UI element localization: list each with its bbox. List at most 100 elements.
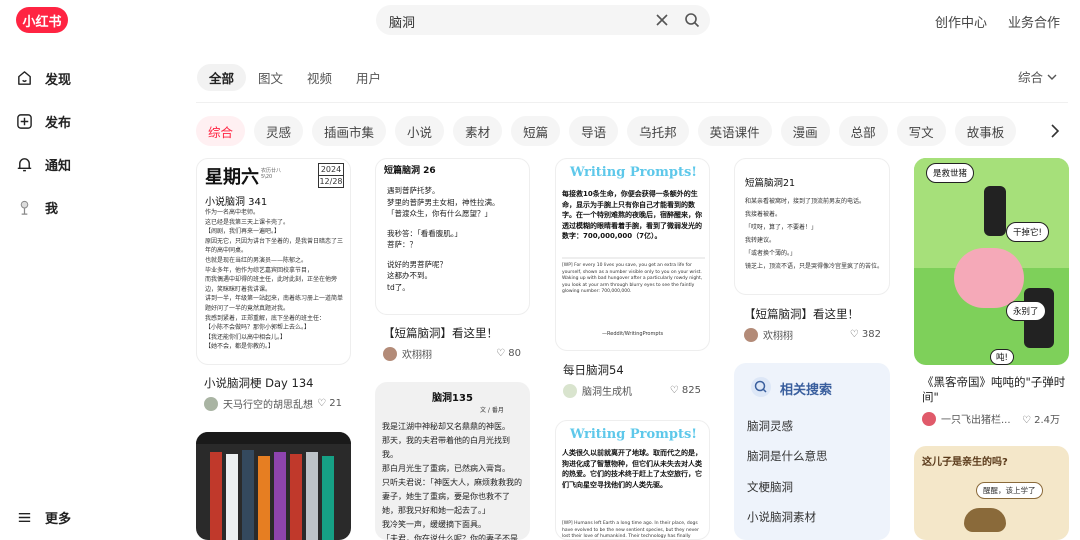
tab-video[interactable]: 视频 xyxy=(307,64,332,91)
filter-tabs: 全部 图文 视频 用户 xyxy=(197,64,405,91)
sidebar-item-label: 我 xyxy=(45,202,59,217)
chip[interactable]: 乌托邦 xyxy=(627,116,689,146)
cover-line: 这都办不到。 xyxy=(387,271,432,280)
likes-value: 80 xyxy=(508,348,521,359)
chip[interactable]: 故事板 xyxy=(954,116,1017,146)
bell-icon xyxy=(17,158,32,172)
like-count[interactable]: ♡ 382 xyxy=(850,329,881,340)
likes-value: 21 xyxy=(329,398,342,409)
note-title[interactable]: 每日脑洞54 xyxy=(563,362,624,378)
search-input[interactable]: 脑洞 xyxy=(389,12,415,31)
note-meta: 欢栩栩 ♡ 382 xyxy=(744,327,881,342)
sidebar-item-discover[interactable]: 发现 xyxy=(16,69,71,88)
cover-line: 这已经是我第三天上课卡壳了。 xyxy=(205,218,290,226)
cover-line: 【我还能你们以高中相会儿。】 xyxy=(205,333,287,341)
cover-byline: 文 / 番月 xyxy=(480,407,504,414)
note-cover[interactable]: Writing Prompts! 人类很久以前就离开了地球。取而代之的是，狗进化… xyxy=(555,420,710,540)
cover-text: 遇到普萨托梦。 梦里的普萨男主女相，神性拉满。 「普渡众生，你有什么愿望？」 我… xyxy=(387,185,525,293)
cover-line: 我是江湖中神秘却又名鼎鼎的神医。 xyxy=(382,422,510,431)
like-count[interactable]: ♡ 825 xyxy=(670,385,701,396)
tab-user[interactable]: 用户 xyxy=(356,64,381,91)
author-name[interactable]: 欢栩栩 xyxy=(763,327,793,342)
note-cover[interactable]: 短篇脑洞 26 遇到普萨托梦。 梦里的普萨男主女相，神性拉满。 「普渡众生，你有… xyxy=(375,158,530,315)
note-cover-comic[interactable]: 是救世猪 干掉它! 永别了 吨! xyxy=(914,158,1069,365)
sidebar-item-publish[interactable]: 发布 xyxy=(16,112,71,131)
note-title[interactable]: 【短篇脑洞】看这里！ xyxy=(744,306,859,322)
tab-image-text[interactable]: 图文 xyxy=(258,64,283,91)
like-count[interactable]: ♡ 21 xyxy=(317,398,342,409)
avatar[interactable] xyxy=(563,383,577,398)
cover-line: 镜芝上，顶流不语，只是哭得像冷宫里疯了的苦位。 xyxy=(745,263,884,270)
related-search-item[interactable]: 文梗脑洞 xyxy=(747,479,793,495)
category-chips: 综合 灵感 插画市集 小说 素材 短篇 导语 乌托邦 英语课件 漫画 总部 写文… xyxy=(196,116,1068,146)
comic-bubble: 干掉它! xyxy=(1006,222,1049,242)
sidebar-more[interactable]: 更多 xyxy=(16,508,71,527)
avatar[interactable] xyxy=(922,411,936,426)
tab-all[interactable]: 全部 xyxy=(197,64,247,91)
chip[interactable]: 漫画 xyxy=(780,116,830,146)
search-icon[interactable] xyxy=(684,12,700,28)
cover-line: 我接着被着。 xyxy=(745,211,782,218)
logo[interactable]: 小红书 xyxy=(16,7,68,33)
author-name[interactable]: 一只飞出猪栏... xyxy=(941,411,1011,426)
note-cover[interactable]: 星期六 农历廿八 5\20 2024 12/28 小说脑洞 341 作为一名高中… xyxy=(196,158,351,365)
cover-source: —Reddit/WritingPrompts xyxy=(602,331,664,337)
avatar[interactable] xyxy=(383,346,397,361)
cover-line: 而我偶遇中却得的班主任，此时此刻，正坐在他旁边，笑眯眯盯着我讲课。 xyxy=(205,276,338,293)
note-title[interactable]: 《黑客帝国》吨吨的"子弹时间" xyxy=(922,375,1067,405)
chip[interactable]: 导语 xyxy=(569,116,619,146)
related-search-item[interactable]: 脑洞是什么意思 xyxy=(747,448,828,464)
like-count[interactable]: ♡ 2.4万 xyxy=(1022,411,1060,426)
business-link[interactable]: 业务合作 xyxy=(1008,12,1060,31)
author-name[interactable]: 脑洞生成机 xyxy=(582,383,632,398)
sort-dropdown[interactable]: 综合 xyxy=(1018,67,1057,86)
cover-line: 遇到普萨托梦。 xyxy=(387,186,440,195)
author-name[interactable]: 欢栩栩 xyxy=(402,346,432,361)
cover-line: 我秒答：「看看腹肌。」 xyxy=(387,228,462,238)
note-cover[interactable]: 短篇脑洞21 和某亲看被窝时，接到了顶流前男友的电话。 我接着被着。 「哎呀，算… xyxy=(734,158,890,295)
divider xyxy=(196,102,1068,103)
cover-line: 也就是现在当红的男演员——陈郁之。 xyxy=(205,256,308,264)
chip[interactable]: 插画市集 xyxy=(312,116,387,146)
author-name[interactable]: 天马行空的胡思乱想 xyxy=(223,396,313,411)
chips-next-button[interactable] xyxy=(1040,116,1070,146)
chip[interactable]: 灵感 xyxy=(254,116,304,146)
related-search-item[interactable]: 小说脑洞素材 xyxy=(747,509,816,525)
sidebar-item-notify[interactable]: 通知 xyxy=(16,155,71,174)
chip[interactable]: 小说 xyxy=(395,116,445,146)
related-search-item[interactable]: 脑洞灵感 xyxy=(747,418,793,434)
creator-center-link[interactable]: 创作中心 xyxy=(935,12,987,31)
likes-value: 2.4万 xyxy=(1034,415,1060,426)
sidebar-item-me[interactable]: 我 xyxy=(16,198,58,217)
chip[interactable]: 英语课件 xyxy=(697,116,772,146)
clear-icon[interactable] xyxy=(655,13,669,27)
chip[interactable]: 素材 xyxy=(453,116,503,146)
cover-line: td了。 xyxy=(387,282,410,292)
note-meta: 欢栩栩 ♡ 80 xyxy=(383,346,521,361)
cover-text: 作为一名高中老师。 这已经是我第三天上课卡壳了。 【闹剧，我们再来一遍吧。】 原… xyxy=(205,208,348,352)
comic-title: 这儿子是亲生的吗? xyxy=(922,457,1008,468)
search-bar[interactable]: 脑洞 xyxy=(376,5,710,35)
cover-date: 12/28 xyxy=(319,177,343,186)
cover-line: 毕业多年，他作为综艺嘉宾回校拿节目， xyxy=(205,266,314,274)
cover-line: 「或者换个薄的。」 xyxy=(745,250,797,257)
note-title[interactable]: 小说脑洞梗 Day 134 xyxy=(204,375,313,391)
note-title[interactable]: 【短篇脑洞】看这里！ xyxy=(383,325,498,341)
chip[interactable]: 综合 xyxy=(196,116,246,146)
cover-line: 【闹剧，我们再来一遍吧。】 xyxy=(205,228,281,236)
chip[interactable]: 写文 xyxy=(896,116,946,146)
avatar[interactable] xyxy=(204,396,218,411)
cover-banner: Writing Prompts! xyxy=(570,165,697,180)
chip[interactable]: 总部 xyxy=(838,116,888,146)
cover-line: 作为一名高中老师。 xyxy=(205,209,260,216)
avatar[interactable] xyxy=(744,327,758,342)
likes-value: 825 xyxy=(681,385,701,396)
note-cover-comic[interactable]: 这儿子是亲生的吗? 醒醒，该上学了 xyxy=(914,446,1069,540)
publish-icon xyxy=(17,114,32,129)
sidebar-item-label: 发现 xyxy=(45,73,72,88)
note-cover[interactable]: Writing Prompts! 每接救10条生命，你便会获得一条额外的生命，显… xyxy=(555,158,710,351)
chip[interactable]: 短篇 xyxy=(511,116,561,146)
note-cover-books[interactable] xyxy=(196,432,351,540)
like-count[interactable]: ♡ 80 xyxy=(496,348,521,359)
note-cover[interactable]: 脑洞135 文 / 番月 我是江湖中神秘却又名鼎鼎的神医。 那天，我的夫君带着他… xyxy=(375,382,530,540)
